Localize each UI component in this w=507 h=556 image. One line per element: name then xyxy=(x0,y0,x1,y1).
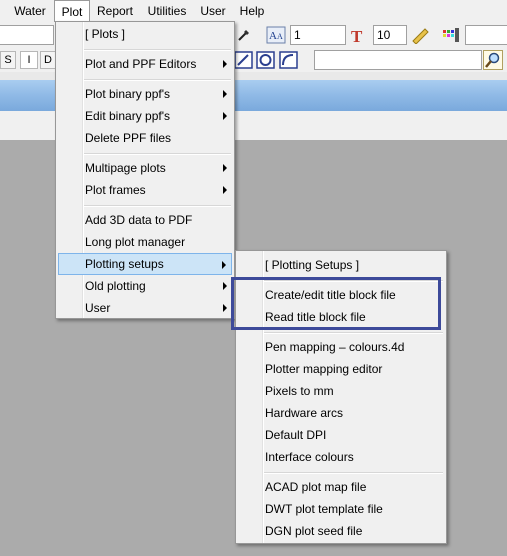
draw-circle-icon[interactable] xyxy=(256,51,276,69)
menu-user[interactable]: User xyxy=(198,0,228,22)
plot-menu-item-3d-pdf[interactable]: Add 3D data to PDF xyxy=(58,209,232,231)
submenu-arrow-icon xyxy=(223,112,227,120)
setups-item-dgn-seed[interactable]: DGN plot seed file xyxy=(238,520,444,542)
text-tool-icon[interactable]: T xyxy=(348,26,368,44)
menu-item-label: Interface colours xyxy=(265,450,354,464)
menu-item-label: Hardware arcs xyxy=(265,406,344,420)
menu-separator xyxy=(264,332,443,334)
submenu-arrow-icon xyxy=(223,164,227,172)
menu-item-label: ACAD plot map file xyxy=(265,480,367,494)
menu-item-label: DGN plot seed file xyxy=(265,524,363,538)
setups-item-default-dpi[interactable]: Default DPI xyxy=(238,424,444,446)
menu-item-label: Add 3D data to PDF xyxy=(85,213,193,227)
menu-item-label: DWT plot template file xyxy=(265,502,383,516)
draw-arc-icon[interactable] xyxy=(279,51,299,69)
toolbar-button-s[interactable]: S xyxy=(0,51,16,69)
setups-item-hardware-arcs[interactable]: Hardware arcs xyxy=(238,402,444,424)
menu-plot[interactable]: Plot xyxy=(54,0,90,22)
svg-text:A: A xyxy=(269,30,277,42)
plot-menu-item-editors[interactable]: Plot and PPF Editors xyxy=(58,53,232,75)
ruler-icon[interactable] xyxy=(410,26,430,44)
menu-item-label: Delete PPF files xyxy=(85,131,172,145)
text-style-icon[interactable]: A A xyxy=(266,26,286,44)
setups-item-interface-colours[interactable]: Interface colours xyxy=(238,446,444,468)
menu-item-label: Pixels to mm xyxy=(265,384,334,398)
plot-menu-item-old-plotting[interactable]: Old plotting xyxy=(58,275,232,297)
svg-text:T: T xyxy=(351,27,363,44)
color-palette-icon[interactable] xyxy=(441,26,461,44)
draw-line-icon[interactable] xyxy=(234,51,254,69)
setups-item-dwt-template[interactable]: DWT plot template file xyxy=(238,498,444,520)
submenu-arrow-icon xyxy=(223,304,227,312)
submenu-arrow-icon xyxy=(222,261,226,269)
menu-separator xyxy=(264,472,443,474)
command-input[interactable] xyxy=(0,25,54,45)
setups-item-acad-plot-map[interactable]: ACAD plot map file xyxy=(238,476,444,498)
menu-item-label: [ Plots ] xyxy=(85,27,126,41)
menu-water[interactable]: Water xyxy=(8,0,52,22)
search-input[interactable] xyxy=(314,50,482,70)
eyedropper-icon[interactable] xyxy=(236,27,252,43)
submenu-arrow-icon xyxy=(223,60,227,68)
toolbar-button-d[interactable]: D xyxy=(40,51,56,69)
highlight-callout-box xyxy=(231,277,441,330)
toolbar-right-input[interactable] xyxy=(465,25,507,45)
plot-menu-item-delete-ppf[interactable]: Delete PPF files xyxy=(58,127,232,149)
plot-menu-item-plotting-setups[interactable]: Plotting setups xyxy=(58,253,232,275)
menu-help[interactable]: Help xyxy=(236,0,268,22)
menu-separator xyxy=(84,79,231,81)
menu-item-label: Plot frames xyxy=(85,183,146,197)
plot-menu-item-plot-binary[interactable]: Plot binary ppf's xyxy=(58,83,232,105)
menu-item-label: Multipage plots xyxy=(85,161,166,175)
menu-item-label: Edit binary ppf's xyxy=(85,109,171,123)
menu-item-label: Plotter mapping editor xyxy=(265,362,383,376)
setups-item-plotter-mapping[interactable]: Plotter mapping editor xyxy=(238,358,444,380)
menu-item-label: Plot and PPF Editors xyxy=(85,57,197,71)
setups-item-pixels-to-mm[interactable]: Pixels to mm xyxy=(238,380,444,402)
text-size-input[interactable]: 10 xyxy=(373,25,407,45)
menu-item-label: [ Plotting Setups ] xyxy=(265,258,360,272)
menu-item-label: Long plot manager xyxy=(85,235,186,249)
menu-item-label: Default DPI xyxy=(265,428,327,442)
submenu-arrow-icon xyxy=(223,282,227,290)
submenu-arrow-icon xyxy=(223,90,227,98)
menu-item-label: Plotting setups xyxy=(85,257,164,271)
plot-menu: [ Plots ] Plot and PPF Editors Plot bina… xyxy=(55,21,235,319)
plot-menu-item-edit-binary[interactable]: Edit binary ppf's xyxy=(58,105,232,127)
plot-menu-item-plots[interactable]: [ Plots ] xyxy=(58,23,232,45)
menu-report[interactable]: Report xyxy=(92,0,138,22)
plot-menu-item-user[interactable]: User xyxy=(58,297,232,319)
menu-item-label: User xyxy=(85,301,111,315)
menu-item-label: Pen mapping – colours.4d xyxy=(265,340,405,354)
pen-number-input[interactable]: 1 xyxy=(290,25,346,45)
menu-separator xyxy=(84,205,231,207)
submenu-arrow-icon xyxy=(223,186,227,194)
menu-item-label: Old plotting xyxy=(85,279,146,293)
plot-menu-item-long-plot[interactable]: Long plot manager xyxy=(58,231,232,253)
menu-separator xyxy=(84,49,231,51)
setups-item-pen-mapping[interactable]: Pen mapping – colours.4d xyxy=(238,336,444,358)
menu-item-label: Plot binary ppf's xyxy=(85,87,171,101)
search-icon[interactable] xyxy=(483,50,503,70)
setups-item-header[interactable]: [ Plotting Setups ] xyxy=(238,254,444,276)
menu-bar: Water Plot Report Utilities User Help xyxy=(0,0,507,22)
menu-separator xyxy=(84,153,231,155)
menu-utilities[interactable]: Utilities xyxy=(142,0,192,22)
svg-text:A: A xyxy=(277,32,283,41)
plot-menu-item-frames[interactable]: Plot frames xyxy=(58,179,232,201)
plot-menu-item-multipage[interactable]: Multipage plots xyxy=(58,157,232,179)
toolbar-button-i[interactable]: I xyxy=(20,51,38,69)
